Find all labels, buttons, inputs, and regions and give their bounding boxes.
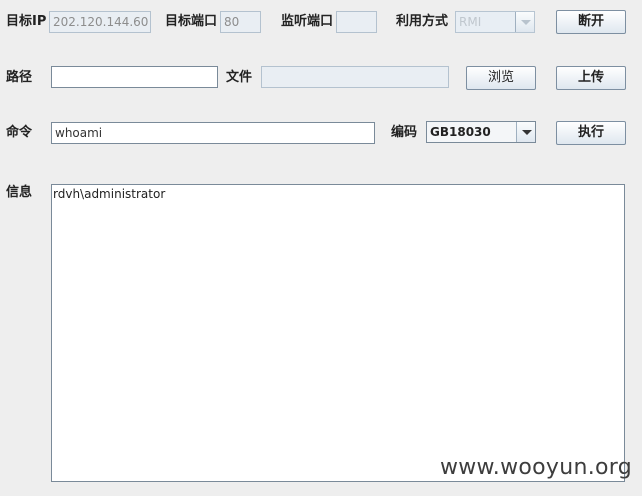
encoding-select-value: GB18030 xyxy=(430,125,491,139)
target-port-field[interactable]: 80 xyxy=(220,11,261,33)
target-ip-field[interactable]: 202.120.144.60 xyxy=(49,11,151,33)
command-field[interactable]: whoami xyxy=(51,122,375,144)
target-port-label: 目标端口 xyxy=(165,14,218,29)
path-field[interactable] xyxy=(51,66,218,88)
chevron-down-icon xyxy=(522,130,532,135)
listen-port-field[interactable] xyxy=(336,11,377,33)
file-field[interactable] xyxy=(261,66,449,88)
encoding-label: 编码 xyxy=(391,125,418,140)
chevron-down-icon xyxy=(521,20,531,25)
method-dropdown-button[interactable] xyxy=(515,12,534,32)
target-ip-label: 目标IP xyxy=(6,14,47,29)
disconnect-button[interactable]: 断开 xyxy=(556,10,626,34)
path-label: 路径 xyxy=(6,70,33,85)
encoding-dropdown-button[interactable] xyxy=(516,122,535,142)
info-label: 信息 xyxy=(6,185,33,200)
listen-port-label: 监听端口 xyxy=(281,14,334,29)
info-output-area[interactable]: rdvh\administrator xyxy=(51,184,625,482)
upload-button[interactable]: 上传 xyxy=(556,66,626,90)
method-label: 利用方式 xyxy=(396,14,449,29)
file-label: 文件 xyxy=(226,70,253,85)
watermark: www.wooyun.org xyxy=(439,455,632,480)
method-select-value: RMI xyxy=(459,15,482,29)
browse-button[interactable]: 浏览 xyxy=(466,66,536,90)
encoding-select[interactable]: GB18030 xyxy=(426,121,536,143)
execute-button[interactable]: 执行 xyxy=(556,121,626,145)
method-select[interactable]: RMI xyxy=(455,11,535,33)
command-label: 命令 xyxy=(6,125,33,140)
